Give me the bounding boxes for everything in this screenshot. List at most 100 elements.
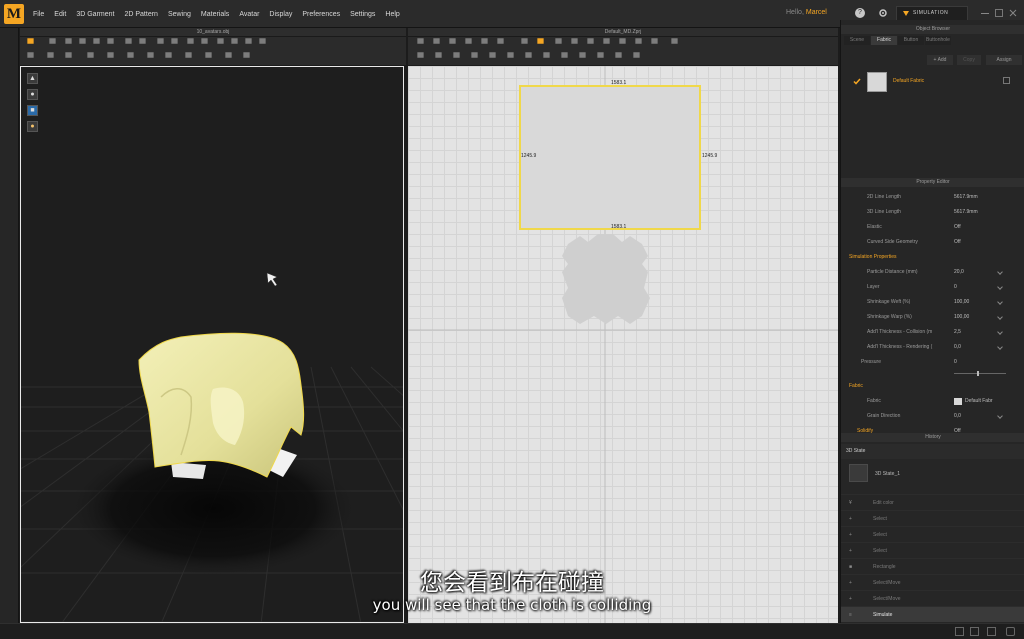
curved-side-toggle[interactable]: Off (954, 235, 961, 250)
menu-sewing[interactable]: Sewing (163, 11, 196, 18)
fold-arrange-icon[interactable] (125, 38, 132, 44)
texture-icon[interactable] (243, 52, 250, 58)
box-pin-icon[interactable] (107, 38, 114, 44)
viewport-3d[interactable]: ▲ ● ■ ● (20, 66, 404, 623)
edit-icon[interactable] (997, 314, 1003, 320)
pin-icon[interactable] (93, 38, 100, 44)
free-sewing-icon[interactable] (435, 52, 442, 58)
prop-value[interactable]: 100,00 (954, 295, 969, 310)
help-icon[interactable]: ? (855, 8, 865, 18)
prop-value[interactable]: 20,0 (954, 265, 964, 280)
prop-value[interactable]: 0,0 (954, 409, 961, 424)
polygon-icon[interactable] (521, 38, 528, 44)
prop-value[interactable]: 0,0 (954, 340, 961, 355)
texture-2d-icon[interactable] (507, 52, 514, 58)
rectangle-icon[interactable] (537, 38, 544, 44)
dart-icon[interactable] (619, 38, 626, 44)
trace-icon[interactable] (635, 38, 642, 44)
menu-2d-pattern[interactable]: 2D Pattern (119, 11, 162, 18)
prop-value[interactable]: 100,00 (954, 310, 969, 325)
prop-value[interactable]: 5617.9mm (954, 205, 978, 220)
shirt-icon[interactable] (187, 38, 194, 44)
edit-icon[interactable] (997, 329, 1003, 335)
edit-icon[interactable] (997, 299, 1003, 305)
line-icon[interactable] (165, 52, 172, 58)
move-icon[interactable] (49, 38, 56, 44)
fold-2d-icon[interactable] (597, 52, 604, 58)
tab-button[interactable]: Button (898, 36, 924, 45)
segment-sewing-icon[interactable] (417, 52, 424, 58)
simulation-properties-header[interactable]: Simulation Properties (849, 250, 897, 265)
button-2d-icon[interactable] (615, 52, 622, 58)
fold-icon[interactable] (139, 38, 146, 44)
library-strip[interactable] (0, 28, 19, 639)
minimize-icon[interactable] (981, 9, 989, 14)
avatar-face-icon[interactable]: ● (27, 121, 38, 132)
box-select-icon[interactable] (65, 38, 72, 44)
fabric-select[interactable]: Default Fabr (965, 394, 993, 409)
add-point-icon[interactable] (481, 38, 488, 44)
menu-settings[interactable]: Settings (345, 11, 380, 18)
tab-buttonhole[interactable]: Buttonhole (925, 36, 951, 45)
assign-button[interactable]: Assign (986, 55, 1022, 65)
menu-avatar[interactable]: Avatar (234, 11, 264, 18)
curve-point-icon[interactable] (497, 38, 504, 44)
garment-display-icon[interactable]: ▲ (27, 73, 38, 84)
brush-icon[interactable] (65, 52, 72, 58)
avatar-pose-icon[interactable] (27, 52, 34, 58)
history-item[interactable]: + Select (841, 542, 1024, 558)
history-item[interactable]: ¥ Edit color (841, 494, 1024, 510)
fabric-list-item[interactable]: Default Fabric (841, 70, 1024, 94)
edit-texture-icon[interactable] (525, 52, 532, 58)
m-n-sewing-icon[interactable] (453, 52, 460, 58)
settings-icon[interactable] (878, 8, 888, 18)
layout-split-icon[interactable] (970, 627, 979, 636)
loop-icon[interactable] (231, 38, 238, 44)
edit-icon[interactable] (997, 413, 1003, 419)
fabric-section-header[interactable]: Fabric (849, 379, 863, 394)
texture-display-icon[interactable]: ■ (27, 105, 38, 116)
add-button[interactable]: + Add (927, 55, 953, 65)
edit-pattern-icon[interactable] (417, 38, 424, 44)
internal-polygon-icon[interactable] (571, 38, 578, 44)
app-logo[interactable]: M (4, 4, 24, 24)
prop-value[interactable]: 2,5 (954, 325, 961, 340)
internal-circle-icon[interactable] (603, 38, 610, 44)
avatar-display-icon[interactable]: ● (27, 89, 38, 100)
tab-fabric[interactable]: Fabric (871, 36, 897, 45)
pattern-rectangle[interactable] (519, 85, 701, 230)
bar-icon[interactable] (259, 38, 266, 44)
measure-icon[interactable] (47, 52, 54, 58)
menu-preferences[interactable]: Preferences (297, 11, 345, 18)
prop-value[interactable]: 0 (954, 280, 957, 295)
pressure-slider[interactable] (954, 373, 1006, 374)
topstitch-icon[interactable] (579, 52, 586, 58)
layout-3d-icon[interactable] (987, 627, 996, 636)
tack-2d-icon[interactable] (489, 52, 496, 58)
edit-icon[interactable] (997, 269, 1003, 275)
zipper-icon[interactable] (225, 52, 232, 58)
arrange-icon[interactable] (87, 52, 94, 58)
elastic-toggle[interactable]: Off (954, 220, 961, 235)
simulation-mode-button[interactable]: SIMULATION (896, 6, 968, 21)
button-tool-icon[interactable] (205, 52, 212, 58)
seam-line-icon[interactable] (561, 52, 568, 58)
pleats-icon[interactable] (671, 38, 678, 44)
layout-2d-icon[interactable] (1006, 627, 1015, 636)
select-mesh-icon[interactable] (27, 38, 34, 44)
pants-icon[interactable] (201, 38, 208, 44)
close-icon[interactable] (1009, 9, 1017, 17)
check-sewing-icon[interactable] (471, 52, 478, 58)
sphere-icon[interactable] (147, 52, 154, 58)
graphic-icon[interactable] (543, 52, 550, 58)
menu-display[interactable]: Display (264, 11, 297, 18)
user-name[interactable]: Marcel (806, 9, 827, 16)
ruler-icon[interactable] (217, 38, 224, 44)
tack-pair-icon[interactable] (171, 38, 178, 44)
edit-curvature-icon[interactable] (465, 38, 472, 44)
menu-materials[interactable]: Materials (196, 11, 234, 18)
menu-help[interactable]: Help (380, 11, 404, 18)
tack-icon[interactable] (157, 38, 164, 44)
fabric-save-icon[interactable] (1003, 77, 1010, 84)
edit-icon[interactable] (997, 284, 1003, 290)
